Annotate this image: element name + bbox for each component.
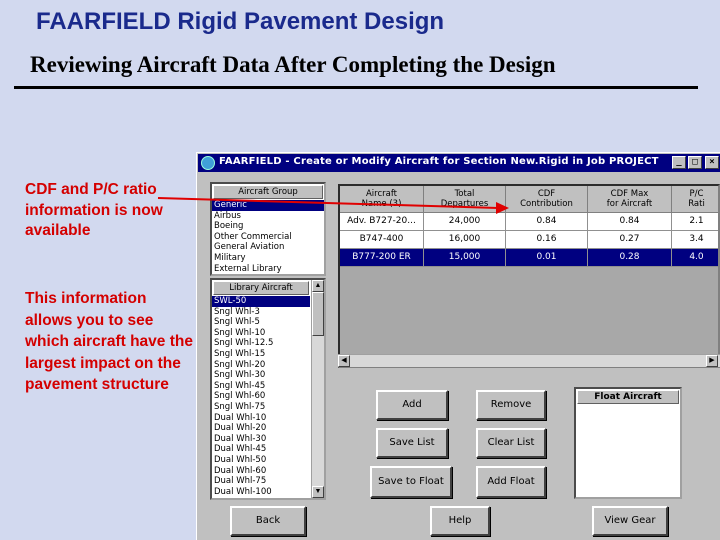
arrow-line (157, 197, 499, 209)
annotation-arrow (157, 197, 509, 214)
arrow-head (496, 202, 509, 214)
